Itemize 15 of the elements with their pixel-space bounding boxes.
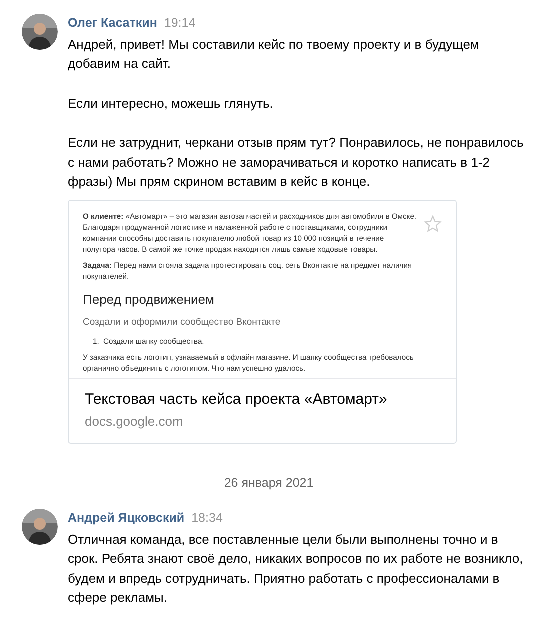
document-subheading: Создали и оформили сообщество Вконтакте [83,316,282,329]
message-time: 19:14 [164,15,196,32]
link-domain: docs.google.com [85,412,184,431]
star-icon [424,214,442,233]
message-text: Если не затруднит, черкани отзыв прям тут? Понравилось, не понравилось с нами работать? Можно не заморачиваться и коротко написать в 1-2 фразы) Мы прям скрином вставим в кейс в конце. [68,134,525,192]
message-text: Андрей, привет! Мы составили кейс по твоему проекту и в будущем добавим на сайт. [68,36,480,74]
link-title[interactable]: Текстовая часть кейса проекта «Автомарт» [85,390,440,410]
document-heading: Перед продвижением [83,292,216,308]
message-text: Отличная команда, все поставленные цели были выполнены точно и в срок. Ребята знают своё дело, никаких вопросов по их работе не возникло, будем и впредь сотрудничать. Приятно работать с профессионалами в сфере рекламы. [68,530,524,608]
author-name[interactable]: Андрей Яцковский [68,509,185,528]
message-text: Если интересно, можешь глянуть. [68,94,274,113]
date-separator: 26 января 2021 [224,475,314,492]
author-name[interactable]: Олег Касаткин [68,14,158,33]
link-preview-card[interactable] [68,200,457,444]
message-time: 18:34 [192,510,223,527]
